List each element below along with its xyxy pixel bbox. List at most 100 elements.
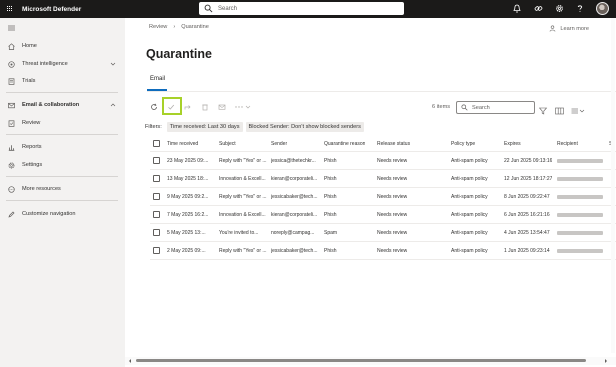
filter-pill-time-received[interactable]: Time received: Last 30 days — [166, 122, 243, 132]
select-all-checkbox[interactable] — [153, 136, 160, 151]
sidebar-item-home[interactable]: Home — [0, 40, 125, 52]
row-checkbox[interactable] — [153, 170, 160, 187]
preview-icon[interactable] — [217, 103, 226, 112]
home-icon — [8, 42, 15, 50]
scroll-left-icon[interactable] — [127, 358, 133, 364]
cell-sender: jessicabaker@tech... — [271, 193, 318, 200]
vertical-scrollbar[interactable] — [611, 18, 615, 353]
app-launcher-icon[interactable] — [7, 6, 13, 12]
sidebar-item-label: Reports — [22, 144, 42, 150]
table-search-input[interactable]: Search — [456, 101, 535, 114]
sidebar-item-label: Settings — [22, 162, 43, 168]
gear-icon[interactable] — [554, 4, 564, 14]
gear-icon — [8, 162, 15, 169]
email-icon — [8, 102, 15, 109]
sidebar-item-review[interactable]: Review — [0, 117, 125, 129]
sidebar-collapse-button[interactable] — [0, 22, 125, 34]
table-row[interactable]: 9 May 2025 09:2... Reply with "Yes" or .… — [150, 188, 616, 206]
row-checkbox[interactable] — [153, 242, 160, 259]
cell-expires: 8 Jun 2025 09:22:47 — [504, 193, 550, 200]
bell-icon[interactable] — [512, 4, 522, 14]
table-row[interactable]: 23 May 2025 09:... Reply with "Yes" or .… — [150, 152, 616, 170]
forward-icon[interactable] — [183, 103, 192, 112]
row-checkbox[interactable] — [153, 188, 160, 205]
cell-sender: jessica@thetechkr... — [271, 157, 316, 164]
sidebar-item-label: Email & collaboration — [22, 102, 80, 108]
row-checkbox[interactable] — [153, 206, 160, 223]
breadcrumb-item-review[interactable]: Review — [149, 24, 167, 30]
row-checkbox[interactable] — [153, 224, 160, 241]
cell-policy-type: Anti-spam policy — [451, 229, 488, 236]
cell-recipient-redacted — [557, 188, 603, 205]
delete-icon[interactable] — [200, 103, 209, 112]
column-header[interactable]: Recipient — [557, 136, 578, 151]
table-row[interactable]: 2 May 2025 09:... Reply with "Yes" or ..… — [150, 242, 616, 260]
table-row[interactable]: 13 May 2025 18:... Innovation & Excell..… — [150, 170, 616, 188]
cell-quarantine-reason: Spam — [324, 229, 338, 236]
tab-email[interactable]: Email — [150, 76, 165, 82]
cell-policy-type: Anti-spam policy — [451, 193, 488, 200]
table-row[interactable]: 7 May 2025 16:2... Innovation & Excell..… — [150, 206, 616, 224]
table-row[interactable]: 5 May 2025 13:... You're invited to... n… — [150, 224, 616, 242]
cell-release-status: Needs review — [377, 229, 408, 236]
cell-quarantine-reason: Phish — [324, 175, 337, 182]
page-title: Quarantine — [146, 47, 212, 61]
cell-quarantine-reason: Phish — [324, 211, 337, 218]
cell-policy-type: Anti-spam policy — [451, 157, 488, 164]
row-checkbox[interactable] — [153, 152, 160, 169]
filter-icon[interactable] — [538, 102, 548, 120]
sidebar-item-more-resources[interactable]: More resources — [0, 183, 125, 195]
table-header: Time received Subject Sender Quarantine … — [150, 136, 616, 152]
breadcrumb-separator: › — [173, 24, 176, 30]
top-search-box[interactable]: Search — [199, 2, 404, 15]
list-options-icon[interactable] — [571, 102, 585, 120]
sidebar-divider — [6, 176, 118, 177]
sidebar-divider — [6, 134, 118, 135]
column-header[interactable]: Sender — [271, 136, 287, 151]
column-header[interactable]: Expires — [504, 136, 521, 151]
sidebar-item-threat-intelligence[interactable]: Threat intelligence — [0, 58, 125, 70]
cell-subject: Innovation & Excell... — [219, 211, 266, 218]
filter-pill-blocked-sender[interactable]: Blocked Sender: Don't show blocked sende… — [245, 122, 364, 132]
cell-recipient-redacted — [557, 206, 603, 223]
sidebar-item-settings[interactable]: Settings — [0, 159, 125, 171]
more-options-icon[interactable] — [234, 103, 252, 112]
person-icon — [550, 25, 556, 32]
cell-subject: Innovation & Excell... — [219, 175, 266, 182]
breadcrumb-item-quarantine: Quarantine — [181, 24, 209, 30]
threat-intel-icon — [8, 60, 15, 68]
column-header[interactable]: Quarantine reason — [324, 136, 365, 151]
reports-icon — [8, 144, 15, 151]
cell-subject: You're invited to... — [219, 229, 259, 236]
link-icon[interactable] — [533, 4, 543, 14]
table-search-placeholder: Search — [472, 104, 490, 111]
column-header[interactable]: Release status — [377, 136, 410, 151]
sidebar-item-email-collaboration[interactable]: Email & collaboration — [0, 99, 125, 111]
sidebar-item-trials[interactable]: Trials — [0, 75, 125, 87]
refresh-icon[interactable] — [149, 103, 158, 112]
column-header[interactable]: Policy type — [451, 136, 475, 151]
cell-recipient-redacted — [557, 170, 603, 187]
cell-sender: jessicabaker@tech... — [271, 247, 318, 254]
learn-more-link[interactable]: Learn more — [549, 25, 589, 32]
search-icon — [461, 104, 468, 111]
column-header[interactable]: Time received — [167, 136, 198, 151]
horizontal-scrollbar-thumb[interactable] — [136, 359, 586, 362]
avatar[interactable] — [596, 2, 609, 15]
sidebar-item-label: Review — [22, 120, 41, 126]
tab-divider — [147, 91, 616, 92]
cell-release-status: Needs review — [377, 211, 408, 218]
sidebar-item-reports[interactable]: Reports — [0, 141, 125, 153]
column-header[interactable]: Subject — [219, 136, 236, 151]
sidebar-item-label: Customize navigation — [22, 211, 76, 217]
cell-quarantine-reason: Phish — [324, 247, 337, 254]
chevron-up-icon — [110, 103, 116, 107]
filters-bar: Filters: Time received: Last 30 days Blo… — [145, 122, 367, 132]
top-search-placeholder: Search — [218, 5, 238, 12]
customize-columns-icon[interactable] — [555, 102, 564, 120]
help-icon[interactable] — [575, 4, 585, 14]
scroll-right-icon[interactable] — [603, 358, 609, 364]
sidebar-item-customize-navigation[interactable]: Customize navigation — [0, 208, 125, 220]
items-count: 6 items — [432, 104, 451, 110]
cell-subject: Reply with "Yes" or ... — [219, 193, 267, 200]
